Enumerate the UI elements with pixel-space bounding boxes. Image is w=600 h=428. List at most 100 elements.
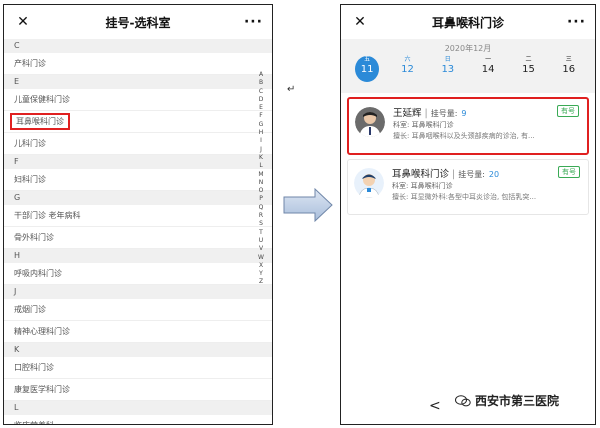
alpha-index-c[interactable]: C [256,88,266,96]
alpha-index-j[interactable]: J [256,146,266,154]
alpha-index-w[interactable]: W [256,254,266,262]
department-label: 临床营养科 [14,421,54,424]
watermark-text: 西安市第三医院 [475,394,560,408]
department-label: 口腔科门诊 [14,363,54,372]
alpha-index-d[interactable]: D [256,96,266,104]
separator: | [452,169,456,180]
alpha-index-x[interactable]: X [256,262,266,270]
alpha-index-f[interactable]: F [256,112,266,120]
alpha-index-s[interactable]: S [256,220,266,228]
department-item[interactable]: 呼吸内科门诊 [4,263,272,285]
date-13[interactable]: 日 13 [436,56,460,82]
close-icon[interactable]: ✕ [14,14,32,30]
alpha-index-a[interactable]: A [256,71,266,79]
alpha-index-v[interactable]: V [256,245,266,253]
watermark: 西安市第三医院 [455,392,559,409]
alpha-index-o[interactable]: O [256,187,266,195]
department-item[interactable]: 骨外科门诊 [4,227,272,249]
date-number: 13 [441,64,455,75]
doctor-card[interactable]: 耳鼻喉科门诊 | 挂号量: 20 科室: 耳鼻喉科门诊 擅长: 耳显微外科:各型中耳炎诊治… [347,159,589,215]
alpha-index-z[interactable]: Z [256,278,266,286]
doctor-specialty: 擅长: 耳鼻咽喉科以及头颈部疾病的诊治, 有... [393,132,535,140]
department-label: 骨外科门诊 [14,233,54,242]
department-item[interactable]: 耳鼻喉科门诊 [4,111,272,133]
section-header-j: J [4,285,272,299]
date-15[interactable]: 二 15 [516,56,540,82]
section-header-g: G [4,191,272,205]
department-item[interactable]: 儿童保健科门诊 [4,89,272,111]
separator: | [424,108,428,119]
availability-badge: 有号 [557,105,579,117]
alpha-index-m[interactable]: M [256,171,266,179]
department-list: C 产科门诊 E 儿童保健科门诊 耳鼻喉科门诊 儿科门诊 F 妇科门诊 G 干部门诊 老年病科 骨外… [4,39,272,424]
department-item[interactable]: 妇科门诊 [4,169,272,191]
count-value: 9 [461,109,467,118]
alpha-index-u[interactable]: U [256,237,266,245]
alpha-index-l[interactable]: L [256,162,266,170]
return-mark-icon: ↵ [287,84,296,95]
doctor-dept: 科室: 耳鼻喉科门诊 [392,182,453,190]
department-item[interactable]: 产科门诊 [4,53,272,75]
weekday-label: 一 [485,56,492,63]
doctor-card[interactable]: 王延辉 | 挂号量: 9 科室: 耳鼻喉科门诊擅长: 耳鼻咽喉科以及头颈部疾病的诊治, … [347,97,589,155]
more-icon[interactable]: ··· [244,14,262,30]
alpha-index-h[interactable]: H [256,129,266,137]
doctor-specialty: 擅长: 耳显微外科:各型中耳炎诊治, 包括乳突... [392,193,537,201]
alpha-index-p[interactable]: P [256,195,266,203]
alpha-index-y[interactable]: Y [256,270,266,278]
alpha-index-i[interactable]: I [256,137,266,145]
alpha-index-t[interactable]: T [256,229,266,237]
department-item[interactable]: 临床营养科 [4,415,272,424]
alpha-index-q[interactable]: Q [256,204,266,212]
date-number: 15 [522,64,535,75]
department-label: 戒烟门诊 [14,305,46,314]
section-header-h: H [4,249,272,263]
department-label: 康复医学科门诊 [14,385,70,394]
date-number: 16 [562,64,576,75]
department-label: 儿科门诊 [14,139,46,148]
date-number: 12 [401,64,414,75]
alpha-index-n[interactable]: N [256,179,266,187]
department-item[interactable]: 戒烟门诊 [4,299,272,321]
alpha-index-e[interactable]: E [256,104,266,112]
doctor-name: 王延辉 [393,108,422,119]
department-item[interactable]: 儿科门诊 [4,133,272,155]
section-header-c: C [4,39,272,53]
weekday-label: 六 [404,56,411,63]
alpha-index-b[interactable]: B [256,79,266,87]
department-label: 儿童保健科门诊 [14,95,70,104]
right-screen: ✕ 耳鼻喉科门诊 ··· 2020年12月 五 11 六 12 日 13 一 14 二 15 三 16… [340,4,596,425]
date-14[interactable]: 一 14 [476,56,500,82]
department-item[interactable]: 精神心理科门诊 [4,321,272,343]
doctor-list: 王延辉 | 挂号量: 9 科室: 耳鼻喉科门诊 擅长: 耳鼻咽喉科以及头颈部疾病的诊治, … [341,97,595,215]
back-button[interactable]: < [429,398,441,414]
doctor-name: 耳鼻喉科门诊 [392,169,450,180]
more-icon[interactable]: ··· [567,14,585,30]
date-number: 11 [360,64,374,75]
doctor-name-row: 王延辉 | 挂号量: 9 [393,105,467,119]
alphabet-index[interactable]: ABCDEFGHIJKLMNOPQRSTUVWXYZ [256,71,266,287]
department-item[interactable]: 干部门诊 老年病科 [4,205,272,227]
count-label: 挂号量: [458,170,485,179]
department-label: 呼吸内科门诊 [14,269,62,278]
page-title: 挂号-选科室 [105,15,171,30]
doctor-dept: 科室: 耳鼻喉科门诊 [393,121,454,129]
alpha-index-r[interactable]: R [256,212,266,220]
month-label: 2020年12月 [444,44,492,53]
left-topbar: ✕ 挂号-选科室 ··· [4,5,272,39]
department-item[interactable]: 口腔科门诊 [4,357,272,379]
date-11[interactable]: 五 11 [355,56,380,82]
weekday-label: 五 [364,56,371,63]
wechat-icon [455,394,471,406]
section-header-l: L [4,401,272,415]
date-12[interactable]: 六 12 [395,56,419,82]
date-selector: 2020年12月 五 11 六 12 日 13 一 14 二 15 三 16 [341,39,595,93]
alpha-index-g[interactable]: G [256,121,266,129]
department-label: 耳鼻喉科门诊 [10,113,70,130]
close-icon[interactable]: ✕ [351,14,369,30]
avatar [354,168,384,198]
date-16[interactable]: 三 16 [557,56,581,82]
section-header-k: K [4,343,272,357]
department-item[interactable]: 康复医学科门诊 [4,379,272,401]
alpha-index-k[interactable]: K [256,154,266,162]
